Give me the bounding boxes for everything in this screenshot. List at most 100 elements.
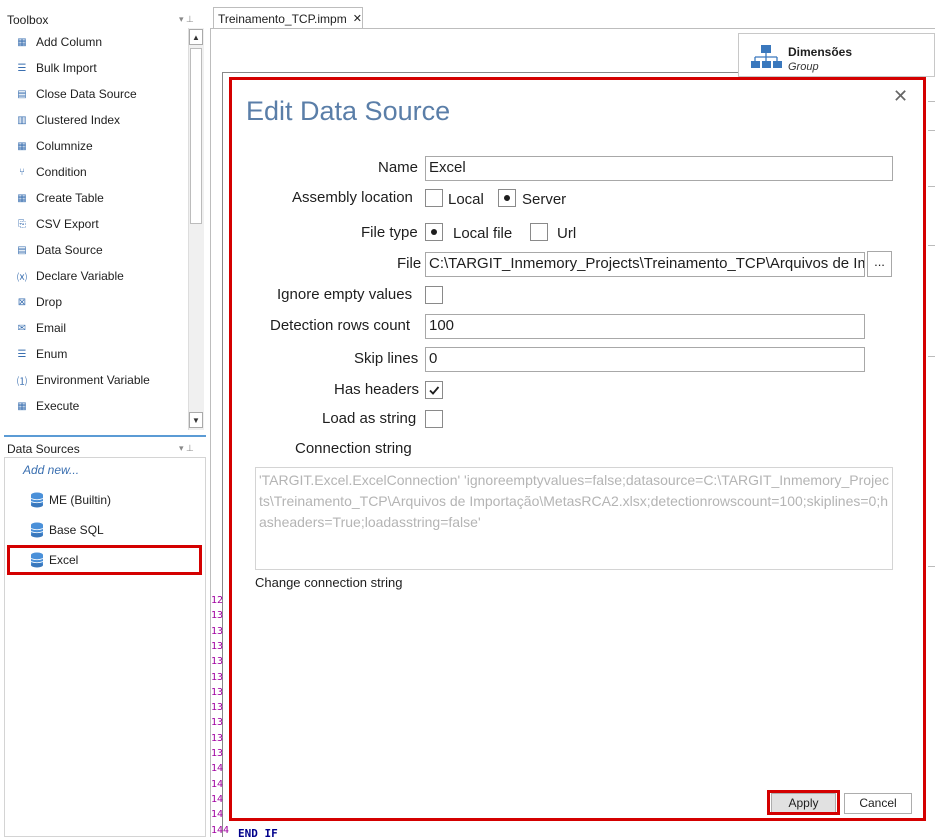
add-column-icon: ▦ <box>17 36 27 48</box>
toolbox-item-columnize[interactable]: ▦ Columnize <box>14 133 93 159</box>
name-label: Name <box>378 159 419 176</box>
database-icon <box>30 522 44 538</box>
line-number: 13 <box>211 717 224 729</box>
toolbox-item-label: Bulk Import <box>36 61 97 75</box>
pin-icon[interactable]: ▾ ⊥ <box>179 14 194 25</box>
line-number: 12 <box>211 595 224 606</box>
change-connection-string-link[interactable]: Change connection string <box>255 575 402 590</box>
tab-label: Treinamento_TCP.impm <box>218 11 347 26</box>
detection-rows-count-label: Detection rows count <box>270 317 411 334</box>
toolbox-title: Toolbox <box>7 13 49 27</box>
toolbox-item-data-source[interactable]: ▤ Data Source <box>14 237 103 263</box>
data-source-item-me-builtin[interactable]: ME (Builtin) <box>30 489 111 511</box>
declare-variable-icon: ⒳ <box>17 272 27 284</box>
scrollbar-thumb[interactable] <box>190 48 202 224</box>
toolbox-item-declare-variable[interactable]: ⒳ Declare Variable <box>14 263 124 289</box>
add-new-data-source-link[interactable]: Add new... <box>23 463 79 477</box>
line-number: 13 <box>211 702 224 714</box>
toolbox-item-csv-export[interactable]: ⎘ CSV Export <box>14 211 99 237</box>
code-line[interactable]: END IF <box>238 827 278 840</box>
line-number: 13 <box>211 732 224 744</box>
has-headers-label: Has headers <box>334 381 420 398</box>
toolbox-item-label: Columnize <box>36 139 93 153</box>
toolbox-item-create-table[interactable]: ▦ Create Table <box>14 185 104 211</box>
toolbox-item-email[interactable]: ✉ Email <box>14 315 66 341</box>
skip-lines-input[interactable]: 0 <box>425 347 865 372</box>
hierarchy-icon <box>750 44 782 75</box>
toolbox-item-label: Environment Variable <box>36 373 150 387</box>
canvas-tick <box>928 130 935 131</box>
create-table-icon: ▦ <box>17 192 27 204</box>
load-as-string-checkbox[interactable] <box>425 410 443 428</box>
close-data-source-icon: ▤ <box>17 88 27 100</box>
detection-rows-count-input[interactable]: 100 <box>425 314 865 339</box>
toolbox-item-drop[interactable]: ⊠ Drop <box>14 289 62 315</box>
file-type-local-radio[interactable] <box>425 223 443 241</box>
execute-icon: ▦ <box>17 400 27 412</box>
toolbox-item-label: Declare Variable <box>36 269 124 283</box>
scroll-up-icon[interactable]: ▲ <box>189 29 203 45</box>
toolbox-item-label: Drop <box>36 295 63 309</box>
close-icon[interactable]: ✕ <box>893 86 908 107</box>
data-source-label: Base SQL <box>49 523 104 537</box>
file-path-input[interactable]: C:\TARGIT_Inmemory_Projects\Treinamento_… <box>425 252 865 277</box>
assembly-location-label: Assembly location <box>292 189 413 206</box>
toolbox-item-add-column[interactable]: ▦ Add Column <box>14 29 102 55</box>
ignore-empty-values-label: Ignore empty values <box>277 286 413 303</box>
condition-icon: ⑂ <box>19 166 25 178</box>
browse-button[interactable]: ... <box>867 251 892 277</box>
toolbox-item-label: Email <box>36 321 67 335</box>
pin-icon[interactable]: ▾ ⊥ <box>179 443 194 454</box>
toolbox-item-enum[interactable]: ☰ Enum <box>14 341 68 367</box>
toolbox-item-label: Execute <box>36 399 80 413</box>
file-type-label: File type <box>361 224 418 241</box>
toolbox-item-label: Data Source <box>36 243 103 257</box>
dialog-title: Edit Data Source <box>246 96 451 126</box>
scroll-down-icon[interactable]: ▼ <box>189 412 203 428</box>
clustered-index-icon: ▥ <box>17 114 27 126</box>
has-headers-checkbox[interactable] <box>425 381 443 399</box>
toolbox-item-clustered-index[interactable]: ▥ Clustered Index <box>14 107 120 133</box>
line-number: 13 <box>211 640 224 652</box>
group-subtitle: Group <box>788 61 819 73</box>
file-type-url-radio[interactable] <box>530 223 548 241</box>
toolbox-item-condition[interactable]: ⑂ Condition <box>14 159 87 185</box>
assembly-server-label: Server <box>522 191 567 208</box>
line-number: 13 <box>211 748 224 759</box>
tab-treinamento-tcp[interactable]: Treinamento_TCP.impm ✕ <box>213 7 363 29</box>
drop-icon: ⊠ <box>17 296 27 308</box>
connection-string-textarea[interactable]: 'TARGIT.Excel.ExcelConnection' 'ignoreem… <box>255 467 893 570</box>
line-number: 14 <box>211 793 224 805</box>
line-number: 144 <box>211 824 230 836</box>
name-input[interactable]: Excel <box>425 156 893 181</box>
data-source-item-base-sql[interactable]: Base SQL <box>30 519 104 541</box>
panel-splitter[interactable] <box>4 435 206 437</box>
toolbox-item-label: Clustered Index <box>36 113 121 127</box>
toolbox-item-label: Add Column <box>36 35 103 49</box>
email-icon: ✉ <box>17 322 27 334</box>
assembly-local-radio[interactable] <box>425 189 443 207</box>
group-title: Dimensões <box>788 45 853 59</box>
assembly-server-radio[interactable] <box>498 189 516 207</box>
toolbox-item-execute[interactable]: ▦ Execute <box>14 393 79 419</box>
toolbox-item-close-data-source[interactable]: ▤ Close Data Source <box>14 81 137 107</box>
line-number: 13 <box>211 671 224 683</box>
ignore-empty-values-checkbox[interactable] <box>425 286 443 304</box>
line-number: 13 <box>211 610 224 622</box>
data-source-label: ME (Builtin) <box>49 493 112 507</box>
toolbox-item-bulk-import[interactable]: ☰ Bulk Import <box>14 55 97 81</box>
toolbox-item-environment-variable[interactable]: ⑴ Environment Variable <box>14 367 150 393</box>
toolbox-item-label: Close Data Source <box>36 87 137 101</box>
load-as-string-label: Load as string <box>322 410 417 427</box>
line-number: 13 <box>211 656 224 668</box>
file-type-url-label: Url <box>557 225 577 242</box>
canvas-tick <box>928 245 935 246</box>
data-source-icon: ▤ <box>17 244 27 256</box>
toolbox-item-label: Create Table <box>36 191 104 205</box>
assembly-local-label: Local <box>448 191 484 208</box>
file-type-local-label: Local file <box>453 225 513 242</box>
line-number: 14 <box>211 809 224 821</box>
close-icon[interactable]: ✕ <box>353 12 362 25</box>
database-icon <box>30 492 44 508</box>
cancel-button[interactable]: Cancel <box>844 793 912 814</box>
